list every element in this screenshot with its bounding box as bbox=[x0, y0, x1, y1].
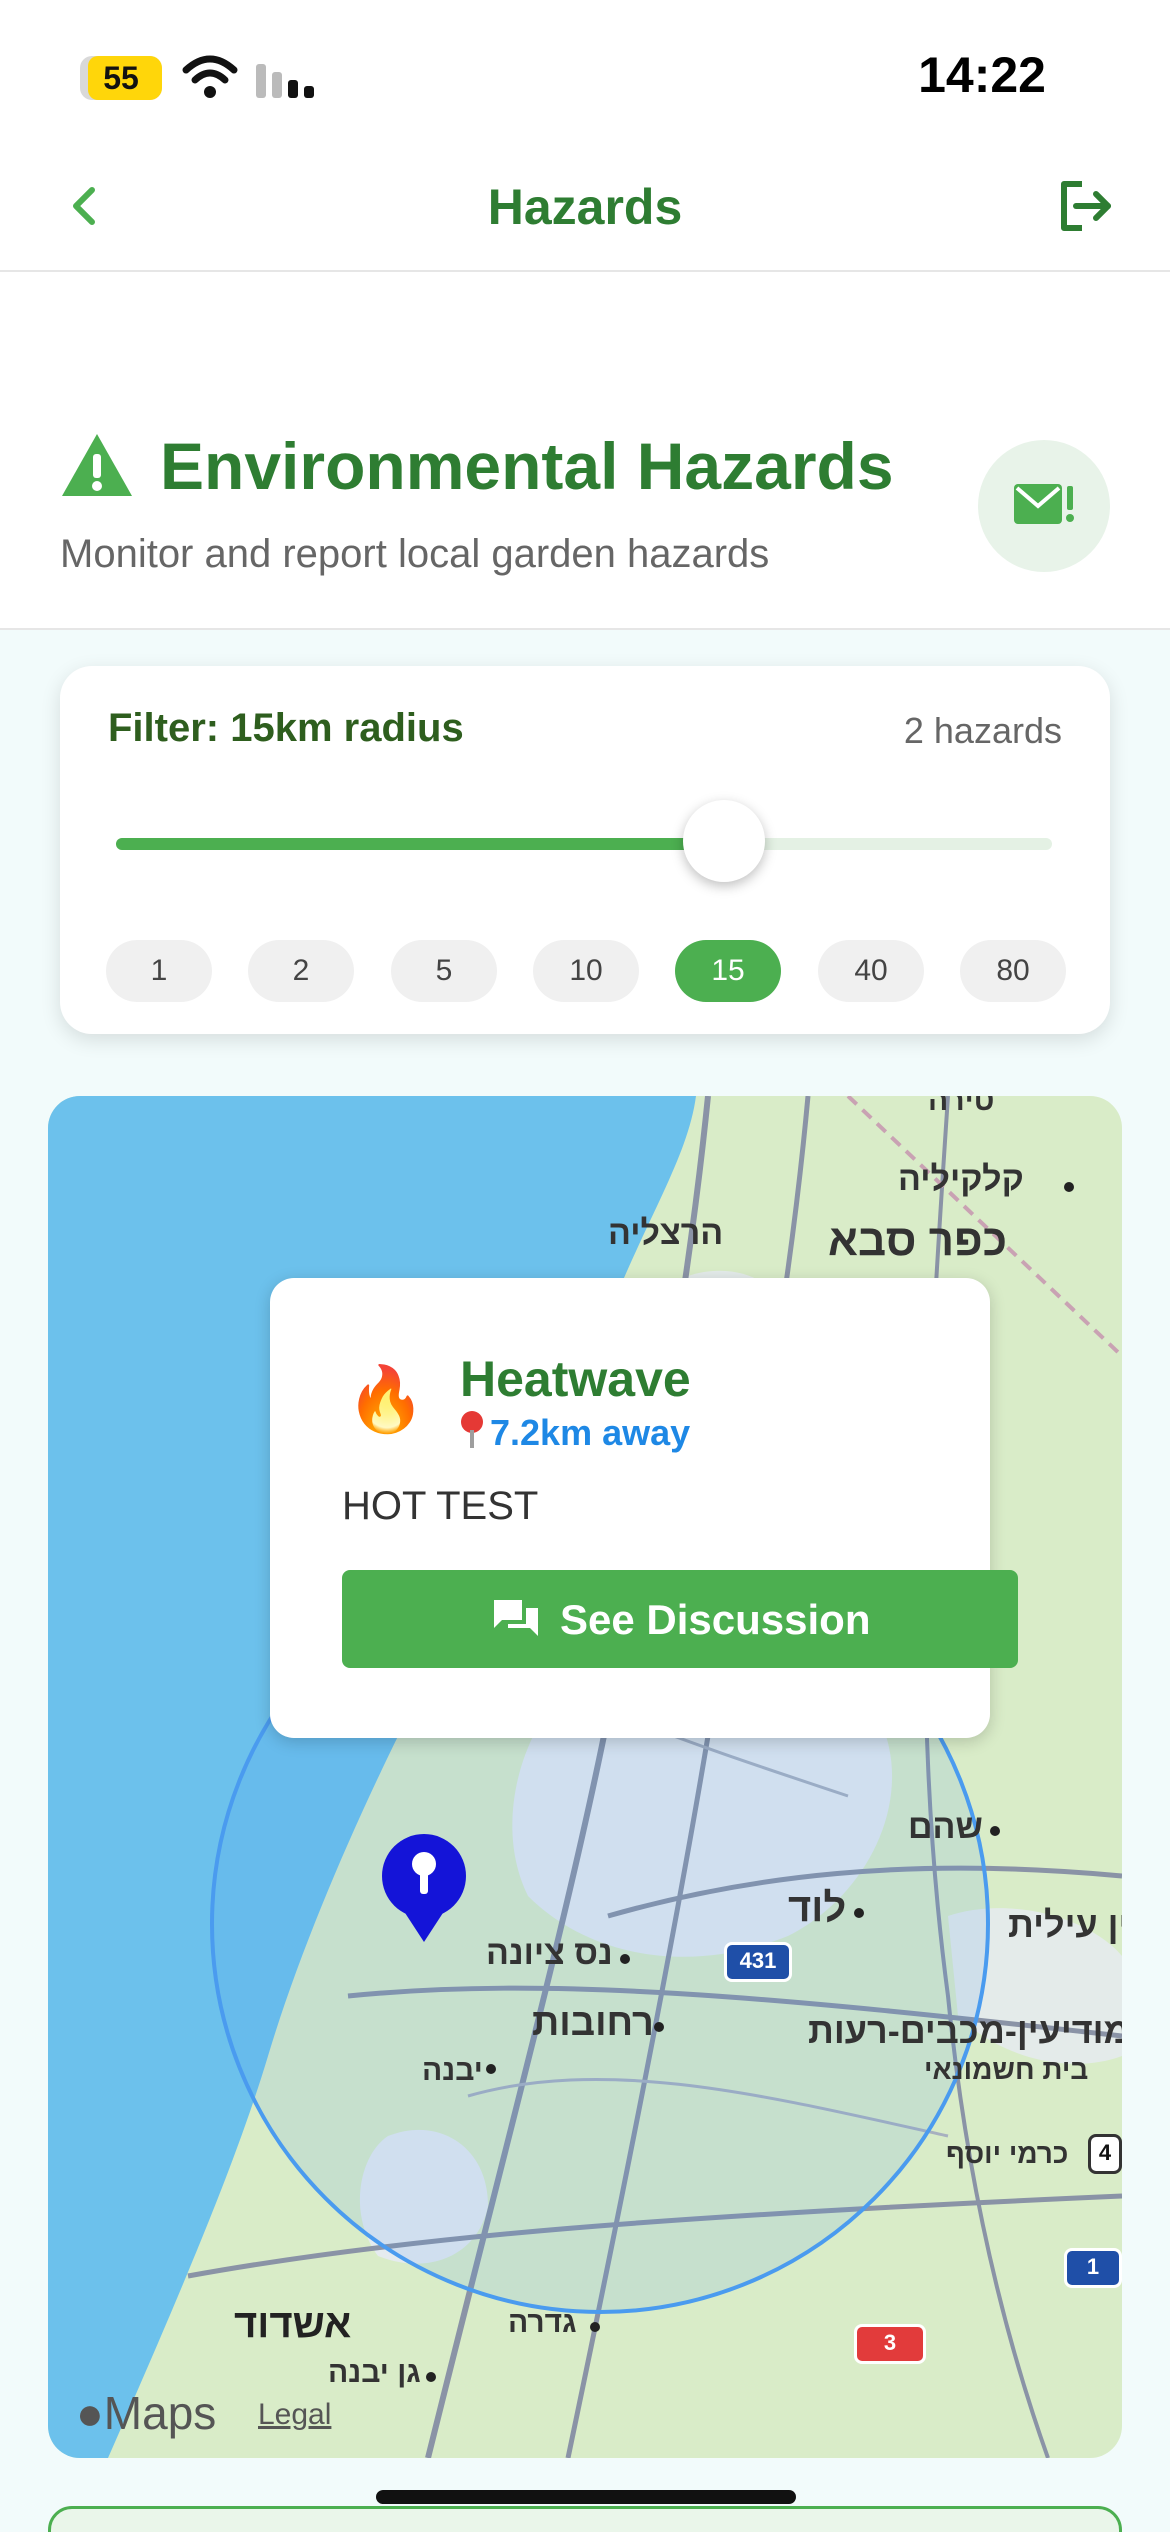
cellular-signal-icon bbox=[256, 64, 314, 98]
section-title: Environmental Hazards bbox=[160, 429, 894, 503]
status-time: 14:22 bbox=[918, 47, 1046, 103]
page-title: Hazards bbox=[487, 179, 683, 235]
road-shield-431: 431 bbox=[724, 1942, 792, 1982]
warning-icon bbox=[62, 434, 132, 496]
discussion-icon bbox=[494, 1600, 538, 1636]
map-city-dot bbox=[486, 2064, 496, 2074]
wifi-icon bbox=[182, 55, 238, 98]
map-label-beit-hashmonai: בית חשמונאי bbox=[924, 2054, 1089, 2085]
map-city-dot bbox=[620, 1954, 630, 1964]
road-shield-4: 4 bbox=[1088, 2134, 1122, 2174]
logout-icon[interactable] bbox=[1052, 174, 1116, 238]
apple-logo-icon: ● bbox=[76, 2387, 104, 2439]
page-header: Environmental Hazards Monitor and report… bbox=[0, 272, 1170, 630]
navigation-bar: Hazards bbox=[0, 140, 1170, 272]
battery-indicator: 55 bbox=[80, 56, 162, 100]
radius-option-80[interactable]: 80 bbox=[960, 940, 1066, 1002]
legal-link[interactable]: Legal bbox=[258, 2398, 331, 2432]
map-label-lod: לוד bbox=[788, 1886, 847, 1930]
map-city-dot bbox=[1064, 1182, 1074, 1192]
radius-filter-card: Filter: 15km radius 2 hazards 1 2 5 10 15 40 8… bbox=[60, 666, 1110, 1034]
road-shield-1: 1 bbox=[1064, 2248, 1122, 2288]
map-label-ashdod: אשדוד bbox=[234, 2302, 352, 2346]
map-label-karmei-yosef: כרמי יוסף bbox=[946, 2138, 1069, 2169]
radius-slider-thumb[interactable] bbox=[683, 800, 765, 882]
maps-attribution: Maps bbox=[103, 2387, 217, 2439]
radius-option-10[interactable]: 10 bbox=[533, 940, 639, 1002]
radius-option-40[interactable]: 40 bbox=[818, 940, 924, 1002]
radius-options: 1 2 5 10 15 40 80 bbox=[106, 940, 1066, 1002]
map-city-dot bbox=[990, 1826, 1000, 1836]
road-shield-3: 3 bbox=[854, 2324, 926, 2364]
home-indicator bbox=[376, 2490, 796, 2504]
see-discussion-button[interactable]: See Discussion bbox=[342, 1570, 1018, 1668]
hazard-description: HOT TEST bbox=[342, 1484, 539, 1528]
filter-label: Filter: 15km radius bbox=[108, 706, 464, 750]
map-label-herzliya: הרצליה bbox=[608, 1214, 724, 1252]
map-label-rehovot: רחובות bbox=[532, 2002, 654, 2044]
map-label-gan-yavne: גן יבנה bbox=[328, 2356, 421, 2389]
section-subtitle: Monitor and report local garden hazards bbox=[60, 532, 770, 576]
radius-option-1[interactable]: 1 bbox=[106, 940, 212, 1002]
radius-option-2[interactable]: 2 bbox=[248, 940, 354, 1002]
map-label-kfar-saba: כפר סבא bbox=[828, 1216, 1008, 1265]
hazard-distance: 7.2km away bbox=[490, 1412, 691, 1453]
location-pin-icon bbox=[461, 1411, 483, 1448]
see-discussion-label: See Discussion bbox=[560, 1596, 871, 1643]
map-label-gedera: גדרה bbox=[508, 2306, 577, 2339]
battery-percent: 55 bbox=[103, 60, 139, 96]
status-bar: 55 14:22 bbox=[0, 0, 1170, 140]
mail-alert-icon bbox=[1014, 484, 1074, 524]
report-hazard-button[interactable] bbox=[978, 440, 1110, 572]
hazard-list-card-peek bbox=[48, 2506, 1122, 2532]
map-city-dot bbox=[654, 2022, 664, 2032]
radius-slider-fill bbox=[116, 838, 724, 850]
apple-maps-logo: ●Maps bbox=[76, 2386, 216, 2440]
content-area: Filter: 15km radius 2 hazards 1 2 5 10 15 40 8… bbox=[0, 630, 1170, 2532]
map-label-tira: טירה bbox=[928, 1096, 995, 1117]
map-label-ness-ziona: נס ציונה bbox=[486, 1934, 613, 1972]
hazard-count: 2 hazards bbox=[903, 710, 1062, 751]
map-label-modiin: מודיעין-מכבים-רעות bbox=[808, 2010, 1122, 2051]
map-label-shoham: שהם bbox=[908, 1808, 983, 1846]
map-city-dot bbox=[590, 2322, 600, 2332]
map-city-dot bbox=[854, 1908, 864, 1918]
radius-slider-track[interactable] bbox=[116, 838, 1052, 850]
hazard-title: Heatwave bbox=[460, 1351, 691, 1407]
fire-icon: 🔥 bbox=[346, 1363, 426, 1435]
map-label-yavne: יבנה bbox=[422, 2054, 483, 2087]
radius-option-15[interactable]: 15 bbox=[675, 940, 781, 1002]
hazard-popup[interactable]: 🔥 Heatwave 7.2km away HOT TEST See Discu… bbox=[270, 1278, 1018, 1738]
screen: 55 14:22 Hazards Environmental Hazards M… bbox=[0, 0, 1170, 2532]
map-label-qalqilya: קלקיליה bbox=[898, 1160, 1024, 1198]
hazard-map[interactable]: קלקיליה כפר סבא הרצליה שהם לוד נס ציונה … bbox=[48, 1096, 1122, 2458]
map-city-dot bbox=[426, 2372, 436, 2382]
radius-option-5[interactable]: 5 bbox=[391, 940, 497, 1002]
map-label-modiin-illit: ין עילית bbox=[1008, 1904, 1122, 1945]
